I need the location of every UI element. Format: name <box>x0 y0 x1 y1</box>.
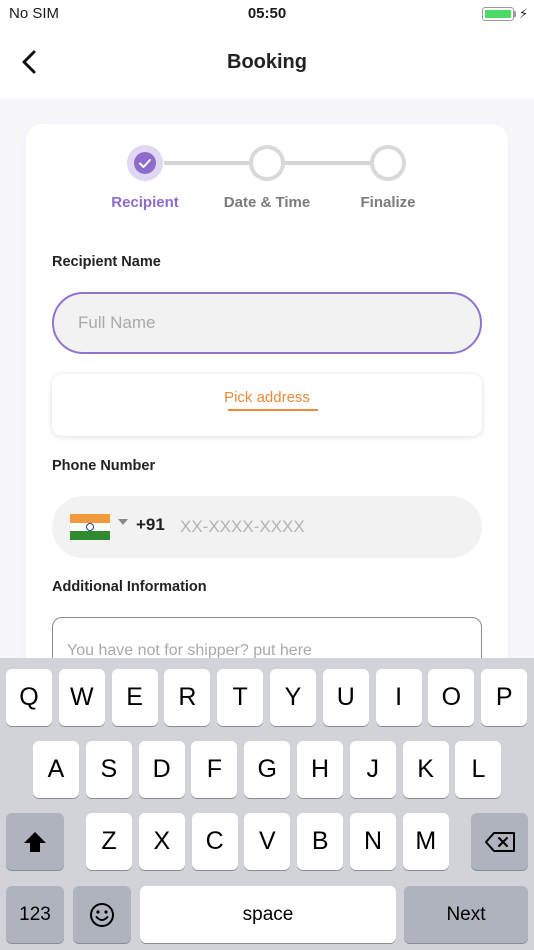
numbers-key[interactable]: 123 <box>6 886 64 943</box>
key-o[interactable]: O <box>428 669 475 726</box>
backspace-key[interactable] <box>471 813 528 870</box>
next-key[interactable]: Next <box>404 886 528 943</box>
nav-bar: Booking <box>0 28 534 98</box>
phone-field: +91 <box>52 496 482 558</box>
key-l[interactable]: L <box>455 741 502 798</box>
status-bar: No SIM 05:50 ⚡ <box>0 0 534 28</box>
dial-code[interactable]: +91 <box>136 515 165 535</box>
key-e[interactable]: E <box>111 669 158 726</box>
keyboard: QWERTYUIOP ASDFGHJKL ZXCVBNM 123 space N… <box>0 658 534 950</box>
key-c[interactable]: C <box>191 813 238 870</box>
check-icon <box>139 159 151 168</box>
key-g[interactable]: G <box>244 741 291 798</box>
key-q[interactable]: Q <box>6 669 52 726</box>
key-v[interactable]: V <box>244 813 291 870</box>
battery-icon <box>482 7 514 21</box>
emoji-icon <box>90 902 114 927</box>
page-title: Booking <box>227 51 307 73</box>
step-connector <box>164 161 252 165</box>
recipient-name-label: Recipient Name <box>52 254 161 270</box>
key-m[interactable]: M <box>402 813 449 870</box>
pick-address-underline <box>228 409 318 411</box>
pick-address-link[interactable]: Pick address <box>52 389 482 406</box>
key-w[interactable]: W <box>58 669 105 726</box>
additional-info-label: Additional Information <box>52 579 207 595</box>
key-h[interactable]: H <box>297 741 343 798</box>
step-finalize-label[interactable]: Finalize <box>318 194 458 211</box>
pick-address-button[interactable]: Pick address <box>52 374 482 436</box>
space-key[interactable]: space <box>140 886 396 943</box>
key-n[interactable]: N <box>350 813 396 870</box>
phone-input[interactable] <box>180 510 460 544</box>
chevron-down-icon[interactable] <box>118 519 128 525</box>
key-t[interactable]: T <box>217 669 264 726</box>
shift-key[interactable] <box>6 813 64 870</box>
key-y[interactable]: Y <box>270 669 316 726</box>
key-s[interactable]: S <box>85 741 132 798</box>
key-p[interactable]: P <box>481 669 528 726</box>
key-u[interactable]: U <box>322 669 369 726</box>
charging-icon: ⚡ <box>519 6 529 21</box>
backspace-icon <box>484 831 515 852</box>
emoji-key[interactable] <box>73 886 131 943</box>
key-r[interactable]: R <box>164 669 211 726</box>
battery-tip <box>514 11 516 17</box>
step-recipient-label[interactable]: Recipient <box>75 194 215 211</box>
step-date-time-label[interactable]: Date & Time <box>197 194 337 211</box>
key-j[interactable]: J <box>349 741 396 798</box>
phone-number-label: Phone Number <box>52 458 156 474</box>
india-flag-icon[interactable] <box>70 514 110 540</box>
shift-icon <box>24 831 46 852</box>
key-i[interactable]: I <box>375 669 422 726</box>
key-b[interactable]: B <box>297 813 344 870</box>
step-date-time-indicator <box>249 145 285 181</box>
key-z[interactable]: Z <box>86 813 132 870</box>
key-x[interactable]: X <box>138 813 185 870</box>
key-f[interactable]: F <box>191 741 238 798</box>
step-recipient-indicator <box>127 145 163 181</box>
key-k[interactable]: K <box>402 741 449 798</box>
step-finalize-indicator <box>370 145 406 181</box>
full-name-input[interactable] <box>52 292 482 354</box>
step-connector <box>284 161 372 165</box>
key-d[interactable]: D <box>138 741 185 798</box>
key-a[interactable]: A <box>33 741 79 798</box>
clock-label: 05:50 <box>247 5 287 22</box>
